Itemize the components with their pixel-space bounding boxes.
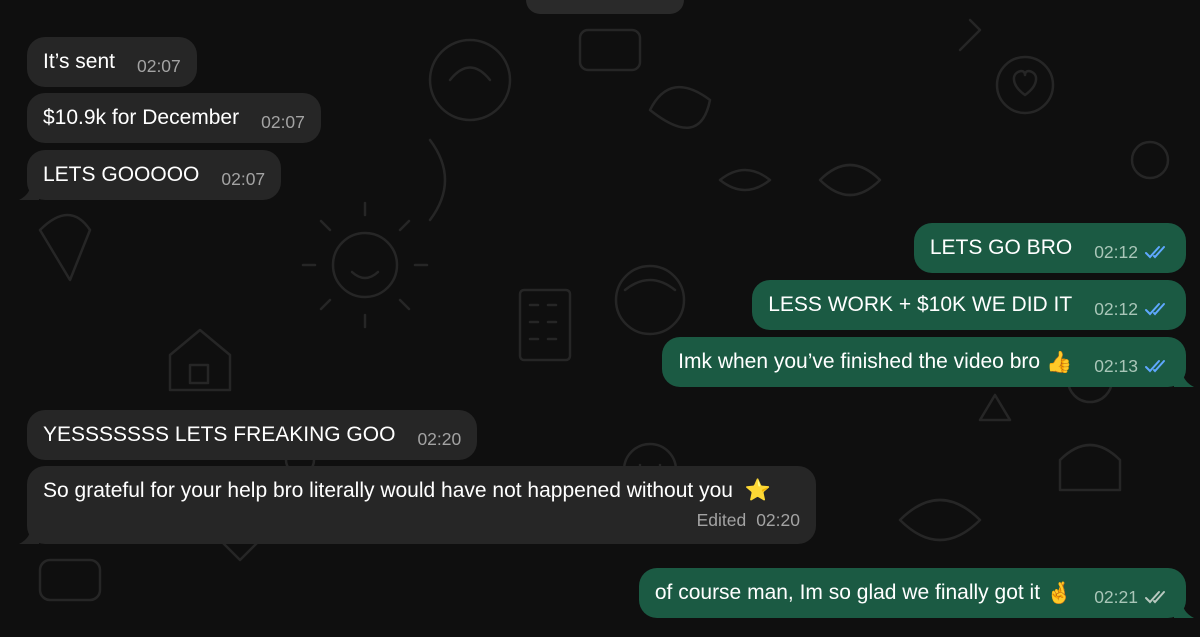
message-time: 02:12 <box>1094 241 1138 262</box>
message-text: YESSSSSSS LETS FREAKING GOO <box>43 423 396 446</box>
message-time: 02:13 <box>1094 355 1138 376</box>
thumbs-up-emoji-icon: 👍 <box>1046 350 1073 374</box>
message-time: 02:07 <box>261 111 305 132</box>
read-double-check-icon <box>1145 359 1165 372</box>
message-text: LETS GOOOOO <box>43 163 200 186</box>
bubble-tail <box>1174 369 1194 387</box>
message-bubble-incoming[interactable]: LETS GOOOOO 02:07 <box>19 150 282 200</box>
message-bubble-incoming[interactable]: So grateful for your help bro literally … <box>19 466 816 544</box>
message-bubble-incoming[interactable]: It’s sent 02:07 <box>27 37 197 87</box>
bubble-tail <box>1174 600 1194 618</box>
message-text: It’s sent <box>43 50 115 73</box>
message-text: So grateful for your help bro literally … <box>43 479 733 502</box>
read-double-check-icon <box>1145 302 1165 315</box>
message-time: 02:12 <box>1094 298 1138 319</box>
message-bubble-outgoing[interactable]: LETS GO BRO 02:12 <box>913 223 1186 273</box>
message-time: 02:21 <box>1094 586 1138 607</box>
message-bubble-incoming[interactable]: $10.9k for December 02:07 <box>27 93 321 143</box>
message-text: LESS WORK + $10K WE DID IT <box>768 293 1073 316</box>
message-time: 02:07 <box>136 55 181 76</box>
message-text: LETS GO BRO <box>929 236 1073 259</box>
message-text: of course man, Im so glad we finally got… <box>654 581 1041 604</box>
message-list[interactable]: It’s sent 02:07 $10.9k for December 02:0… <box>0 0 1200 637</box>
message-bubble-incoming[interactable]: YESSSSSSS LETS FREAKING GOO 02:20 <box>27 410 478 460</box>
message-time: 02:20 <box>417 428 462 449</box>
message-bubble-outgoing[interactable]: LESS WORK + $10K WE DID IT 02:12 <box>752 280 1186 330</box>
message-bubble-outgoing[interactable]: of course man, Im so glad we finally got… <box>638 568 1194 618</box>
message-time: 02:20 <box>756 510 800 530</box>
bubble-tail <box>19 182 39 200</box>
read-double-check-icon <box>1145 245 1165 258</box>
message-time: 02:07 <box>221 168 266 189</box>
message-text: $10.9k for December <box>43 106 240 129</box>
message-bubble-outgoing[interactable]: Imk when you’ve finished the video bro 👍… <box>662 337 1194 387</box>
delivered-double-check-icon <box>1145 590 1165 603</box>
crossed-fingers-emoji-icon: 🤞 <box>1046 581 1073 605</box>
star-emoji-icon: ⭐ <box>744 478 771 502</box>
bubble-tail <box>19 526 39 544</box>
edited-label: Edited <box>696 510 747 530</box>
message-text: Imk when you’ve finished the video bro <box>678 350 1041 373</box>
